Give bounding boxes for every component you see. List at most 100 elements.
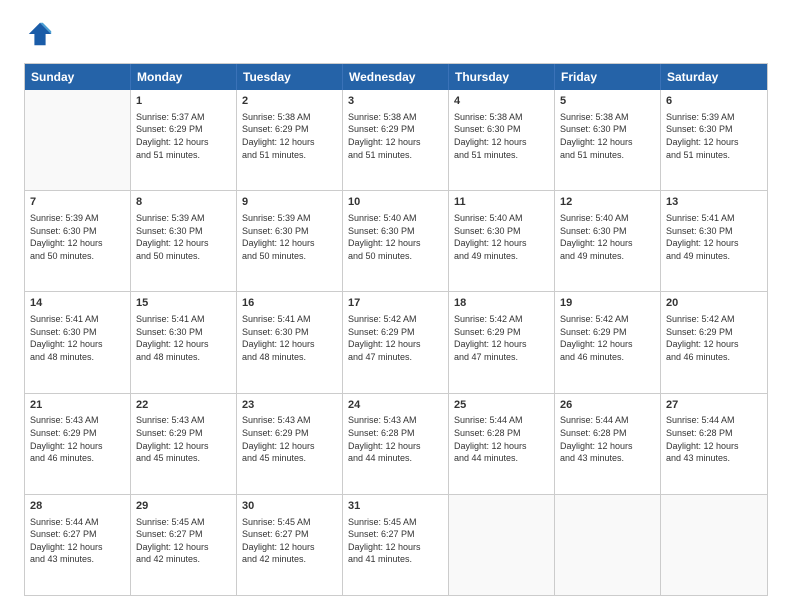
calendar-cell: 20 Sunrise: 5:42 AM Sunset: 6:29 PM Dayli… [661,292,767,392]
calendar-cell: 11 Sunrise: 5:40 AM Sunset: 6:30 PM Dayli… [449,191,555,291]
day-info: Sunrise: 5:38 AM Sunset: 6:29 PM Dayligh… [242,111,337,161]
calendar-cell [555,495,661,595]
calendar-cell: 7 Sunrise: 5:39 AM Sunset: 6:30 PM Daylig… [25,191,131,291]
day-number: 5 [560,94,655,109]
calendar-row-4: 21Sunrise: 5:43 AM Sunset: 6:29 PM Dayli… [25,393,767,494]
day-info: Sunrise: 5:42 AM Sunset: 6:29 PM Dayligh… [454,313,549,363]
calendar-cell: 23Sunrise: 5:43 AM Sunset: 6:29 PM Dayli… [237,394,343,494]
day-number: 2 [242,94,337,109]
calendar-cell: 9 Sunrise: 5:39 AM Sunset: 6:30 PM Daylig… [237,191,343,291]
day-number: 26 [560,398,655,413]
day-number: 20 [666,296,762,311]
day-info: Sunrise: 5:41 AM Sunset: 6:30 PM Dayligh… [242,313,337,363]
day-info: Sunrise: 5:41 AM Sunset: 6:30 PM Dayligh… [30,313,125,363]
calendar-header: SundayMondayTuesdayWednesdayThursdayFrid… [25,64,767,90]
day-info: Sunrise: 5:42 AM Sunset: 6:29 PM Dayligh… [666,313,762,363]
calendar-cell: 5 Sunrise: 5:38 AM Sunset: 6:30 PM Daylig… [555,90,661,190]
day-info: Sunrise: 5:38 AM Sunset: 6:30 PM Dayligh… [560,111,655,161]
day-info: Sunrise: 5:42 AM Sunset: 6:29 PM Dayligh… [560,313,655,363]
day-info: Sunrise: 5:39 AM Sunset: 6:30 PM Dayligh… [30,212,125,262]
day-number: 19 [560,296,655,311]
day-info: Sunrise: 5:38 AM Sunset: 6:30 PM Dayligh… [454,111,549,161]
calendar-cell: 24Sunrise: 5:43 AM Sunset: 6:28 PM Dayli… [343,394,449,494]
day-number: 28 [30,499,125,514]
weekday-header-monday: Monday [131,64,237,90]
calendar-cell: 3 Sunrise: 5:38 AM Sunset: 6:29 PM Daylig… [343,90,449,190]
day-info: Sunrise: 5:45 AM Sunset: 6:27 PM Dayligh… [136,516,231,566]
calendar-cell: 25Sunrise: 5:44 AM Sunset: 6:28 PM Dayli… [449,394,555,494]
day-number: 8 [136,195,231,210]
day-number: 27 [666,398,762,413]
calendar-cell [449,495,555,595]
weekday-header-friday: Friday [555,64,661,90]
calendar-cell: 15 Sunrise: 5:41 AM Sunset: 6:30 PM Dayli… [131,292,237,392]
weekday-header-thursday: Thursday [449,64,555,90]
calendar-cell: 22Sunrise: 5:43 AM Sunset: 6:29 PM Dayli… [131,394,237,494]
day-info: Sunrise: 5:39 AM Sunset: 6:30 PM Dayligh… [242,212,337,262]
calendar-cell: 27Sunrise: 5:44 AM Sunset: 6:28 PM Dayli… [661,394,767,494]
day-number: 30 [242,499,337,514]
calendar-row-5: 28 Sunrise: 5:44 AM Sunset: 6:27 PM Dayli… [25,494,767,595]
calendar-cell: 13Sunrise: 5:41 AM Sunset: 6:30 PM Dayli… [661,191,767,291]
day-number: 3 [348,94,443,109]
day-number: 29 [136,499,231,514]
day-number: 11 [454,195,549,210]
calendar-cell: 6 Sunrise: 5:39 AM Sunset: 6:30 PM Daylig… [661,90,767,190]
weekday-header-wednesday: Wednesday [343,64,449,90]
weekday-header-sunday: Sunday [25,64,131,90]
day-info: Sunrise: 5:42 AM Sunset: 6:29 PM Dayligh… [348,313,443,363]
day-number: 6 [666,94,762,109]
calendar-cell: 10Sunrise: 5:40 AM Sunset: 6:30 PM Dayli… [343,191,449,291]
day-info: Sunrise: 5:41 AM Sunset: 6:30 PM Dayligh… [136,313,231,363]
day-info: Sunrise: 5:38 AM Sunset: 6:29 PM Dayligh… [348,111,443,161]
calendar-cell: 16 Sunrise: 5:41 AM Sunset: 6:30 PM Dayli… [237,292,343,392]
day-number: 17 [348,296,443,311]
calendar-cell: 26Sunrise: 5:44 AM Sunset: 6:28 PM Dayli… [555,394,661,494]
day-number: 16 [242,296,337,311]
day-info: Sunrise: 5:43 AM Sunset: 6:29 PM Dayligh… [242,414,337,464]
day-info: Sunrise: 5:43 AM Sunset: 6:29 PM Dayligh… [30,414,125,464]
calendar-cell: 31 Sunrise: 5:45 AM Sunset: 6:27 PM Dayli… [343,495,449,595]
calendar-cell: 4 Sunrise: 5:38 AM Sunset: 6:30 PM Daylig… [449,90,555,190]
day-info: Sunrise: 5:45 AM Sunset: 6:27 PM Dayligh… [242,516,337,566]
calendar-row-1: 1Sunrise: 5:37 AM Sunset: 6:29 PM Daylig… [25,90,767,190]
day-number: 15 [136,296,231,311]
calendar-cell [25,90,131,190]
logo [24,20,56,53]
day-number: 9 [242,195,337,210]
day-info: Sunrise: 5:43 AM Sunset: 6:29 PM Dayligh… [136,414,231,464]
calendar-cell: 19 Sunrise: 5:42 AM Sunset: 6:29 PM Dayli… [555,292,661,392]
day-info: Sunrise: 5:44 AM Sunset: 6:28 PM Dayligh… [454,414,549,464]
calendar-row-2: 7 Sunrise: 5:39 AM Sunset: 6:30 PM Daylig… [25,190,767,291]
day-info: Sunrise: 5:43 AM Sunset: 6:28 PM Dayligh… [348,414,443,464]
day-info: Sunrise: 5:41 AM Sunset: 6:30 PM Dayligh… [666,212,762,262]
day-number: 21 [30,398,125,413]
day-info: Sunrise: 5:44 AM Sunset: 6:28 PM Dayligh… [666,414,762,464]
day-info: Sunrise: 5:45 AM Sunset: 6:27 PM Dayligh… [348,516,443,566]
day-number: 24 [348,398,443,413]
day-number: 18 [454,296,549,311]
day-info: Sunrise: 5:40 AM Sunset: 6:30 PM Dayligh… [560,212,655,262]
page-header [24,20,768,53]
calendar-cell: 1Sunrise: 5:37 AM Sunset: 6:29 PM Daylig… [131,90,237,190]
calendar-cell: 17 Sunrise: 5:42 AM Sunset: 6:29 PM Dayli… [343,292,449,392]
calendar-cell: 30 Sunrise: 5:45 AM Sunset: 6:27 PM Dayli… [237,495,343,595]
day-number: 4 [454,94,549,109]
day-info: Sunrise: 5:44 AM Sunset: 6:27 PM Dayligh… [30,516,125,566]
day-number: 23 [242,398,337,413]
calendar-cell: 18 Sunrise: 5:42 AM Sunset: 6:29 PM Dayli… [449,292,555,392]
day-number: 31 [348,499,443,514]
calendar: SundayMondayTuesdayWednesdayThursdayFrid… [24,63,768,596]
day-info: Sunrise: 5:39 AM Sunset: 6:30 PM Dayligh… [666,111,762,161]
calendar-cell: 21Sunrise: 5:43 AM Sunset: 6:29 PM Dayli… [25,394,131,494]
calendar-body: 1Sunrise: 5:37 AM Sunset: 6:29 PM Daylig… [25,90,767,595]
calendar-cell: 29 Sunrise: 5:45 AM Sunset: 6:27 PM Dayli… [131,495,237,595]
calendar-cell: 12Sunrise: 5:40 AM Sunset: 6:30 PM Dayli… [555,191,661,291]
day-number: 7 [30,195,125,210]
day-number: 14 [30,296,125,311]
calendar-cell [661,495,767,595]
day-number: 10 [348,195,443,210]
day-info: Sunrise: 5:40 AM Sunset: 6:30 PM Dayligh… [454,212,549,262]
day-info: Sunrise: 5:37 AM Sunset: 6:29 PM Dayligh… [136,111,231,161]
calendar-cell: 14 Sunrise: 5:41 AM Sunset: 6:30 PM Dayli… [25,292,131,392]
